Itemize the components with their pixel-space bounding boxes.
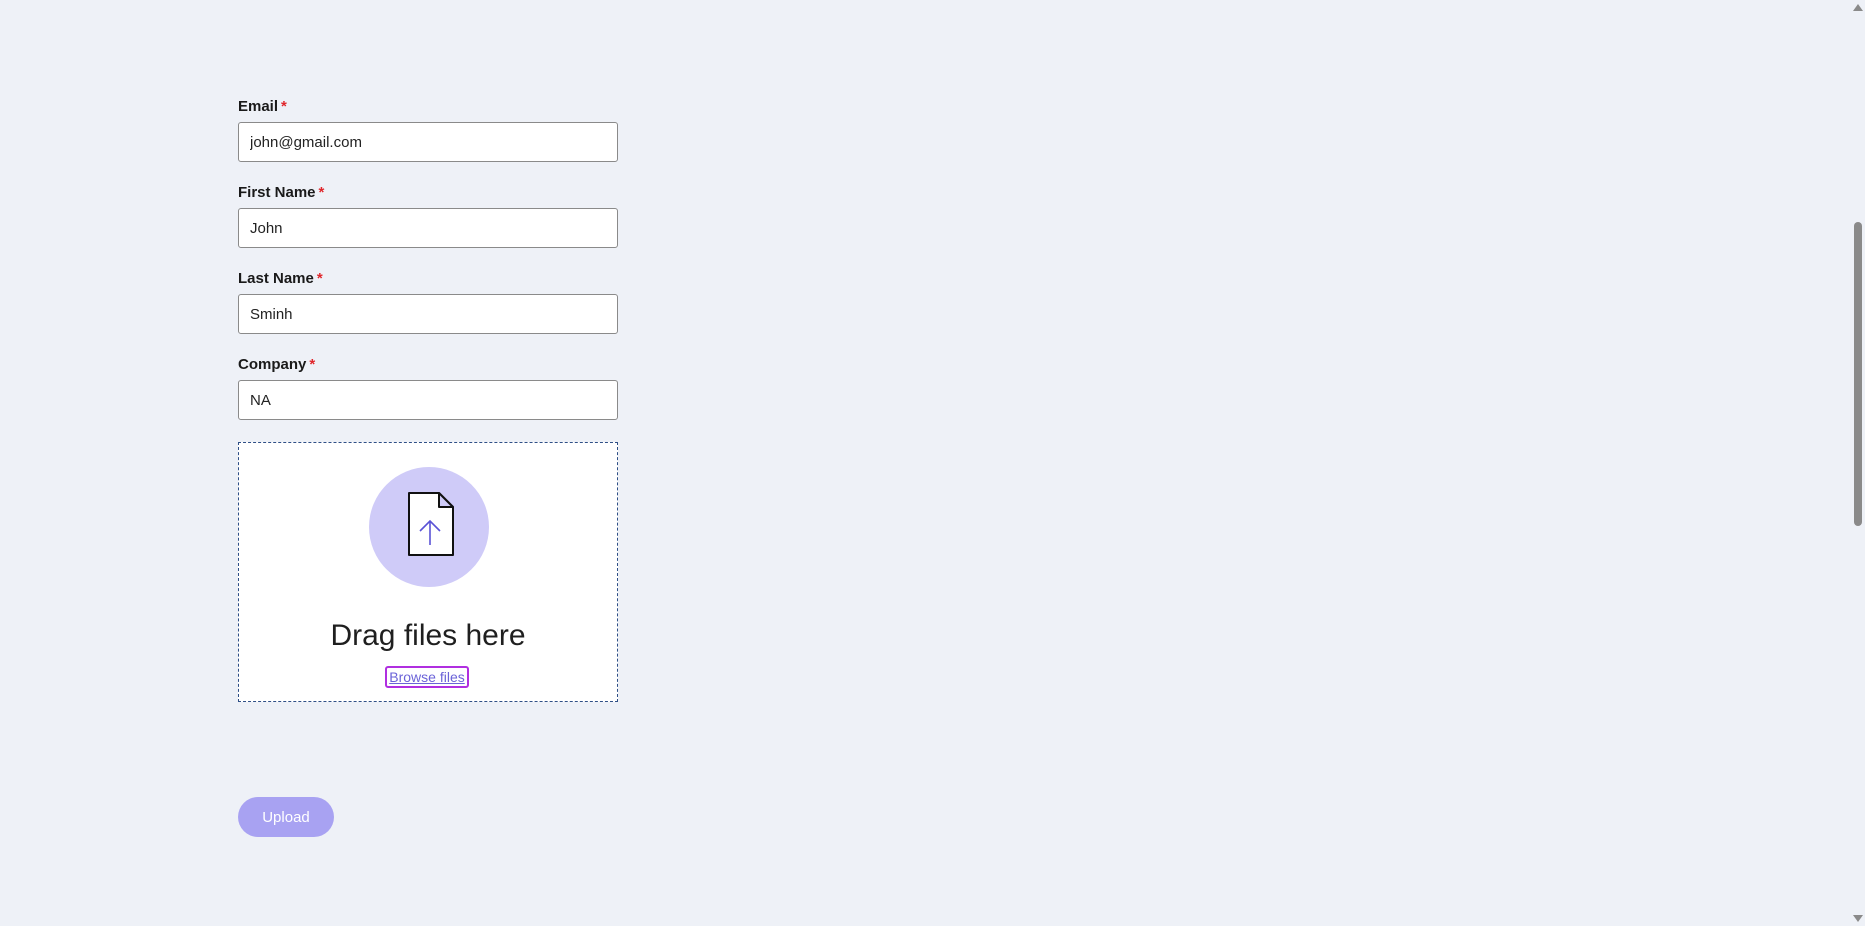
last-name-label: Last Name * (238, 270, 323, 287)
first-name-field-group: First Name * (238, 184, 618, 248)
required-asterisk: * (316, 270, 323, 287)
first-name-input[interactable] (238, 208, 618, 248)
last-name-field-group: Last Name * (238, 270, 618, 334)
page: Email* First Name* Last Name* Company* (0, 0, 1865, 926)
email-input[interactable] (238, 122, 618, 162)
file-dropzone[interactable]: Drag files here Browse files (238, 442, 618, 702)
scroll-down-arrow-icon[interactable] (1853, 915, 1863, 922)
company-label: Company * (238, 356, 316, 373)
company-input[interactable] (238, 380, 618, 420)
scroll-up-arrow-icon[interactable] (1853, 4, 1863, 11)
file-upload-icon (408, 492, 454, 556)
required-asterisk: * (318, 184, 325, 201)
email-field-group: Email * (238, 98, 618, 162)
email-label: Email * (238, 98, 287, 115)
first-name-label: First Name * (238, 184, 325, 201)
browse-files-link[interactable]: Browse files (385, 666, 469, 688)
required-asterisk: * (309, 356, 316, 373)
upload-form: Email* First Name* Last Name* Company* (238, 98, 618, 702)
vertical-scrollbar[interactable] (1850, 0, 1865, 926)
company-field-group: Company * (238, 356, 618, 420)
upload-button[interactable]: Upload (238, 797, 334, 837)
required-asterisk: * (281, 98, 287, 115)
drag-files-text: Drag files here (330, 619, 526, 652)
last-name-input[interactable] (238, 294, 618, 334)
upload-icon-circle (369, 467, 489, 587)
scroll-thumb[interactable] (1854, 222, 1862, 526)
